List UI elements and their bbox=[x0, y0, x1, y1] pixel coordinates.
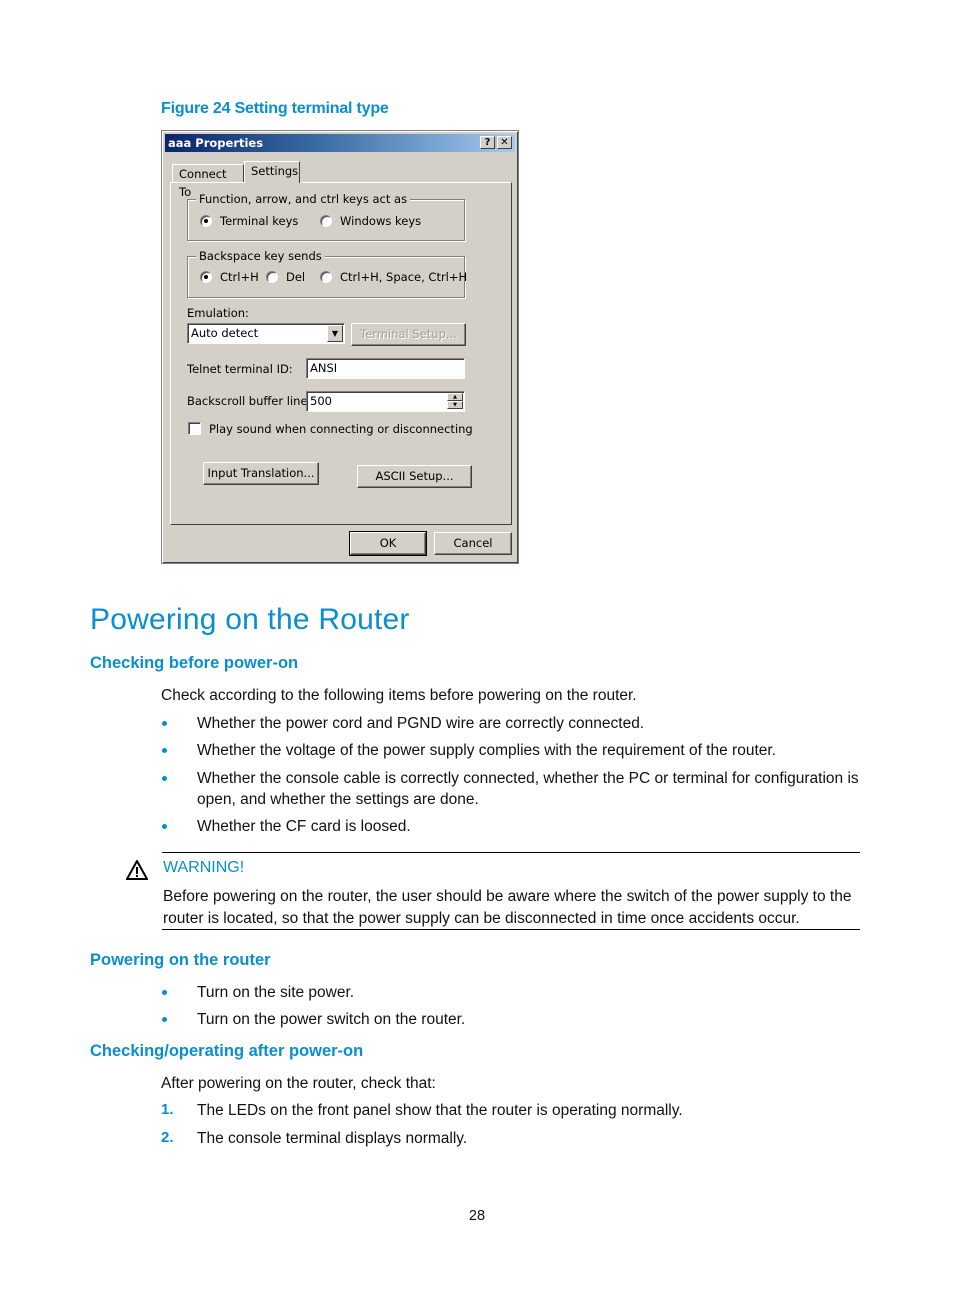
dialog-title: aaa Properties bbox=[168, 136, 264, 150]
heading-checking-after: Checking/operating after power-on bbox=[90, 1042, 364, 1060]
input-translation-button[interactable]: Input Translation... bbox=[203, 462, 319, 485]
warning-icon bbox=[126, 860, 148, 880]
chevron-down-icon[interactable]: ▼ bbox=[327, 325, 343, 342]
radio-button[interactable] bbox=[266, 271, 278, 283]
page-title: Powering on the Router bbox=[90, 603, 410, 636]
radio-windows-keys[interactable]: Windows keys bbox=[320, 214, 421, 228]
bullet-icon bbox=[162, 824, 167, 829]
step-number: 2. bbox=[161, 1129, 174, 1146]
telnet-id-input[interactable]: ANSI bbox=[306, 358, 465, 379]
list-item-continuation: open, and whether the settings are done. bbox=[197, 791, 479, 808]
telnet-id-label: Telnet terminal ID: bbox=[187, 362, 293, 376]
page-number: 28 bbox=[468, 1208, 486, 1224]
radio-button[interactable] bbox=[320, 271, 332, 283]
spin-down-icon[interactable]: ▼ bbox=[447, 401, 463, 409]
radio-label: Ctrl+H bbox=[220, 270, 259, 284]
bullet-icon bbox=[162, 990, 167, 995]
spin-up-icon[interactable]: ▲ bbox=[447, 393, 463, 401]
bullet-icon bbox=[162, 776, 167, 781]
checking-before-intro: Check according to the following items b… bbox=[161, 687, 637, 704]
bullet-icon bbox=[162, 1017, 167, 1022]
emulation-value: Auto detect bbox=[191, 326, 259, 340]
close-button[interactable]: ✕ bbox=[497, 136, 512, 149]
radio-label: Del bbox=[286, 270, 306, 284]
emulation-select[interactable]: Auto detect ▼ bbox=[187, 323, 345, 344]
properties-dialog: aaa Properties ? ✕ Connect To Settings F… bbox=[161, 130, 519, 564]
warning-bottom-rule bbox=[162, 929, 860, 930]
warning-top-rule bbox=[162, 852, 860, 853]
radio-del[interactable]: Del bbox=[266, 270, 305, 284]
settings-tab-panel: Function, arrow, and ctrl keys act as Te… bbox=[170, 182, 512, 525]
list-item: Turn on the site power. bbox=[197, 984, 355, 1001]
radio-label: Ctrl+H, Space, Ctrl+H bbox=[340, 270, 468, 284]
step-number: 1. bbox=[161, 1101, 174, 1118]
radio-label: Windows keys bbox=[340, 214, 422, 228]
figure-caption: Figure 24 Setting terminal type bbox=[161, 100, 389, 117]
terminal-setup-button[interactable]: Terminal Setup... bbox=[351, 323, 466, 346]
tab-settings[interactable]: Settings bbox=[244, 161, 300, 183]
function-keys-group: Function, arrow, and ctrl keys act as Te… bbox=[187, 192, 465, 241]
heading-powering-on: Powering on the router bbox=[90, 951, 271, 969]
warning-text-line2: router is located, so that the power sup… bbox=[163, 910, 800, 927]
radio-button[interactable] bbox=[320, 215, 332, 227]
backspace-group: Backspace key sends Ctrl+H Del Ctrl+H, S… bbox=[187, 249, 467, 298]
ascii-setup-button[interactable]: ASCII Setup... bbox=[357, 465, 472, 488]
help-button[interactable]: ? bbox=[480, 136, 495, 149]
play-sound-label: Play sound when connecting or disconnect… bbox=[209, 422, 473, 436]
ok-button[interactable]: OK bbox=[349, 531, 427, 556]
backscroll-label: Backscroll buffer lines: bbox=[187, 394, 318, 408]
backscroll-value: 500 bbox=[310, 394, 332, 408]
bullet-icon bbox=[162, 748, 167, 753]
radio-ctrl-h[interactable]: Ctrl+H bbox=[200, 270, 259, 284]
heading-checking-before: Checking before power-on bbox=[90, 654, 299, 672]
emulation-label: Emulation: bbox=[187, 306, 249, 320]
list-item: Whether the power cord and PGND wire are… bbox=[197, 715, 645, 732]
help-icon: ? bbox=[484, 137, 491, 148]
tab-connect-to[interactable]: Connect To bbox=[172, 164, 244, 199]
step-text: The LEDs on the front panel show that th… bbox=[197, 1102, 683, 1119]
cancel-button[interactable]: Cancel bbox=[434, 532, 512, 555]
radio-button-checked[interactable] bbox=[200, 215, 212, 227]
radio-terminal-keys[interactable]: Terminal keys bbox=[200, 214, 298, 228]
list-item: Whether the console cable is correctly c… bbox=[197, 770, 859, 787]
bullet-icon bbox=[162, 721, 167, 726]
warning-label: WARNING! bbox=[163, 859, 245, 876]
radio-button-checked[interactable] bbox=[200, 271, 212, 283]
function-keys-legend: Function, arrow, and ctrl keys act as bbox=[196, 192, 411, 206]
backspace-legend: Backspace key sends bbox=[196, 249, 325, 263]
backscroll-spinner[interactable]: 500 ▲ ▼ bbox=[306, 391, 465, 412]
warning-text-line1: Before powering on the router, the user … bbox=[163, 888, 852, 905]
list-item: Turn on the power switch on the router. bbox=[197, 1011, 466, 1028]
radio-label: Terminal keys bbox=[220, 214, 299, 228]
spinner-buttons[interactable]: ▲ ▼ bbox=[447, 393, 463, 410]
checking-after-intro: After powering on the router, check that… bbox=[161, 1075, 436, 1092]
close-icon: ✕ bbox=[500, 137, 509, 148]
dialog-titlebar[interactable]: aaa Properties ? ✕ bbox=[165, 134, 515, 152]
list-item: Whether the voltage of the power supply … bbox=[197, 742, 776, 759]
play-sound-checkbox[interactable] bbox=[188, 422, 201, 435]
step-text: The console terminal displays normally. bbox=[197, 1130, 468, 1147]
list-item: Whether the CF card is loosed. bbox=[197, 818, 411, 835]
radio-ctrl-h-space[interactable]: Ctrl+H, Space, Ctrl+H bbox=[320, 270, 467, 284]
